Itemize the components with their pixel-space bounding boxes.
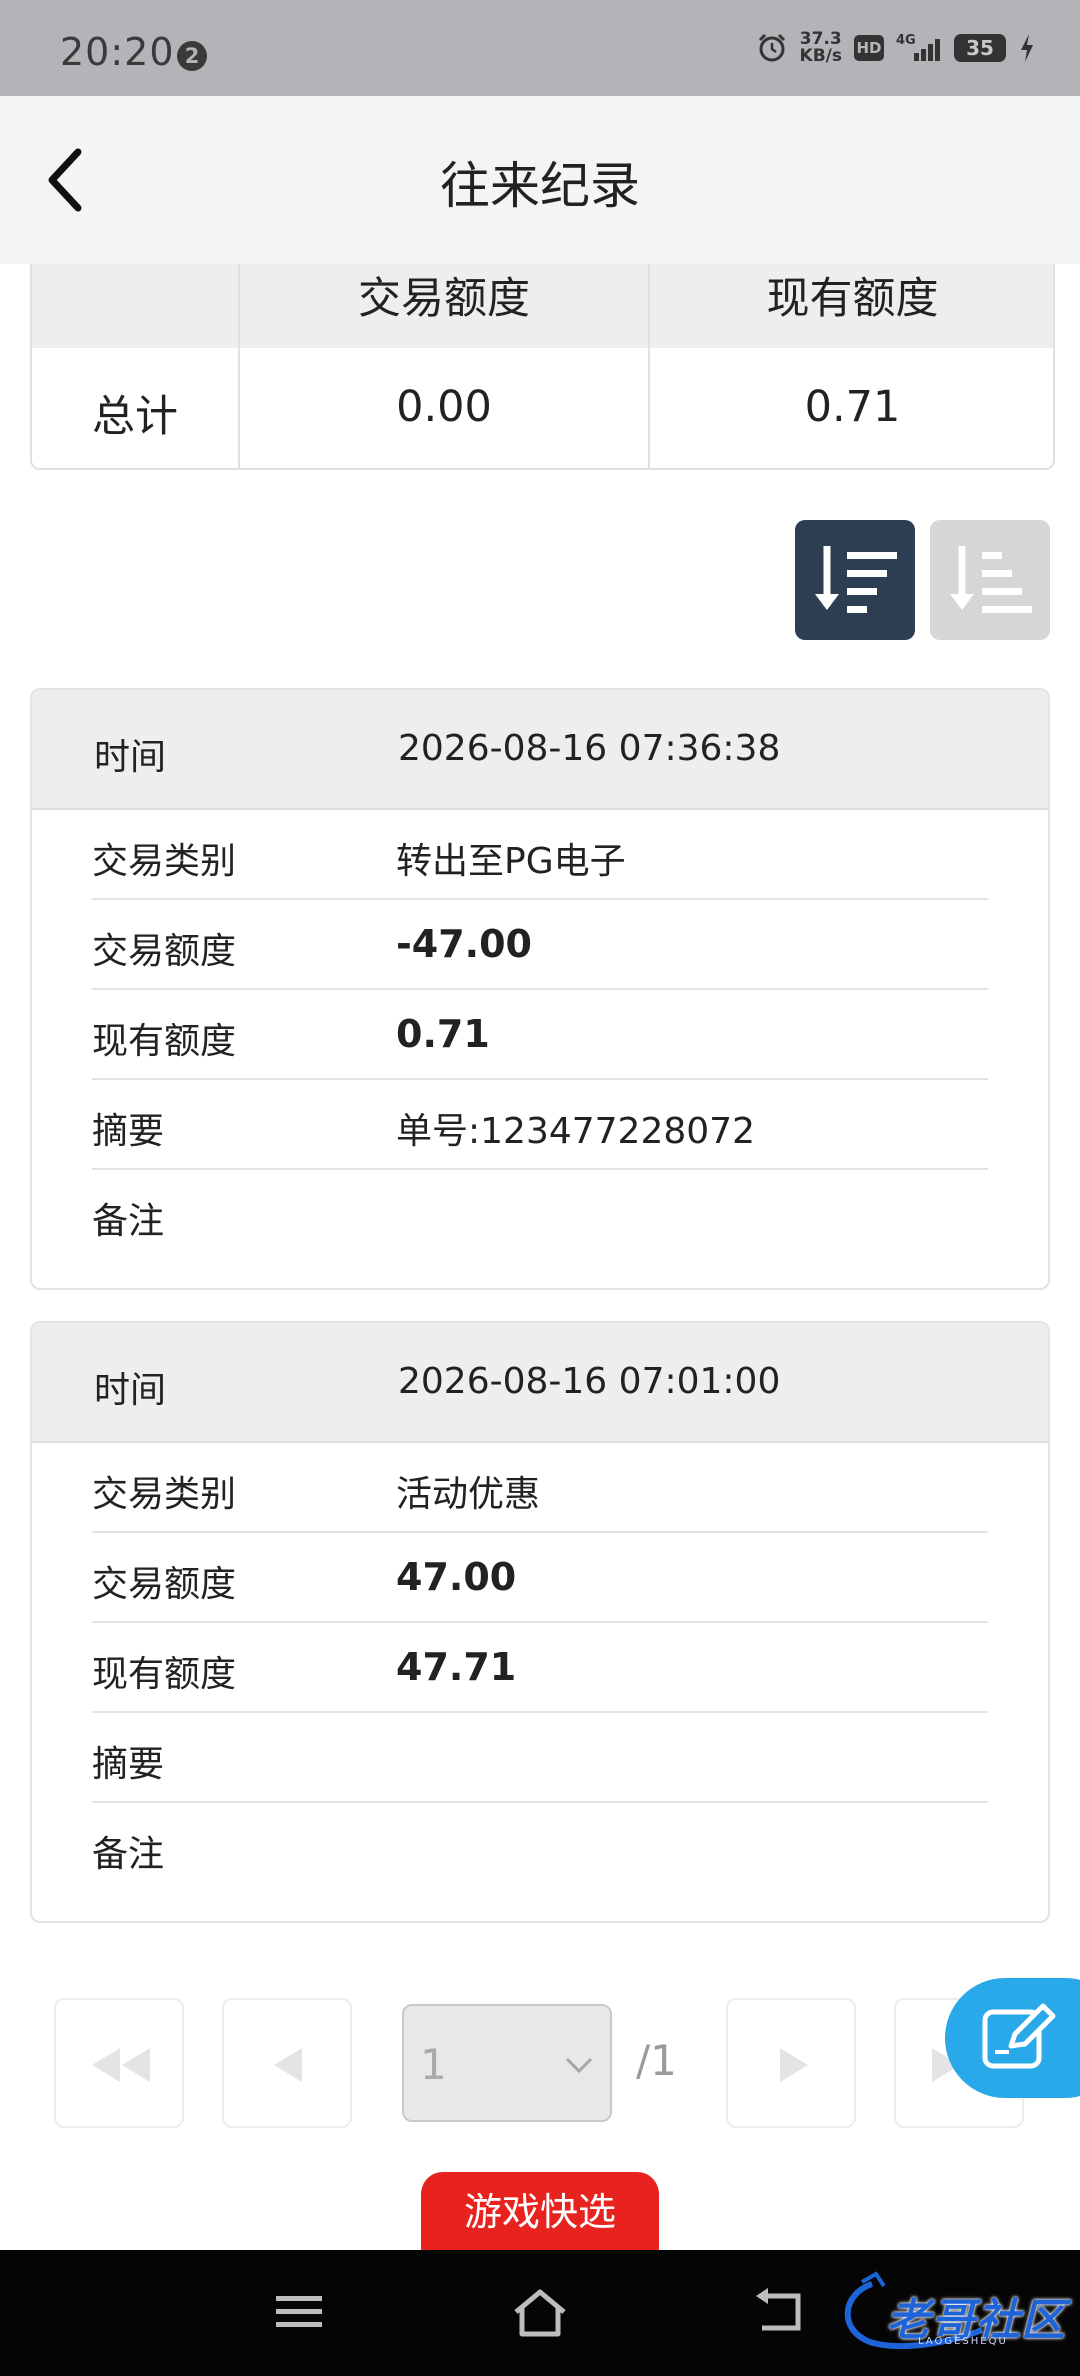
record-amount-label: 交易额度 <box>92 931 237 972</box>
watermark-logo: 老哥社区 LAOGESHEQU <box>832 2270 1072 2356</box>
record-row-amount: 交易额度 -47.00 <box>92 900 988 990</box>
network-type: 4G <box>896 33 916 48</box>
record-header: 时间 2026-08-16 07:36:38 <box>32 690 1048 810</box>
record-row-summary: 摘要 单号:123477228072 <box>92 1080 988 1170</box>
sort-ascending-icon <box>950 546 1032 613</box>
summary-current-balance: 0.71 <box>804 382 901 432</box>
system-nav-bar: 老哥社区 LAOGESHEQU <box>0 2250 1080 2376</box>
record-row-balance: 现有额度 47.71 <box>92 1623 988 1713</box>
double-chevron-left-icon <box>92 2048 150 2082</box>
summary-trade-amount: 0.00 <box>396 382 492 432</box>
summary-row-label: 总计 <box>92 392 178 442</box>
record-row-note: 备注 <box>92 1803 988 1893</box>
record-time-value: 2026-08-16 07:36:38 <box>398 728 781 769</box>
record-balance-label: 现有额度 <box>92 1654 237 1695</box>
page-select[interactable]: 1 <box>402 2004 612 2122</box>
battery-icon: 35 <box>954 34 1006 62</box>
sort-descending-button[interactable] <box>795 520 915 640</box>
record-amount-value: 47.00 <box>396 1555 517 1599</box>
record-card: 时间 2026-08-16 07:01:00 交易类别 活动优惠 交易额度 47… <box>30 1321 1050 1923</box>
chevron-left-icon <box>274 2048 302 2082</box>
record-summary-label: 摘要 <box>92 1111 165 1152</box>
status-time: 20:20 <box>60 30 175 74</box>
record-header: 时间 2026-08-16 07:01:00 <box>32 1323 1048 1443</box>
record-note-label: 备注 <box>92 1201 165 1242</box>
record-card: 时间 2026-08-16 07:36:38 交易类别 转出至PG电子 交易额度… <box>30 688 1050 1290</box>
previous-page-button[interactable] <box>222 1998 352 2128</box>
record-row-balance: 现有额度 0.71 <box>92 990 988 1080</box>
edit-icon <box>982 2003 1056 2069</box>
first-page-button[interactable] <box>54 1998 184 2128</box>
notification-badge: 2 <box>177 41 207 71</box>
record-row-note: 备注 <box>92 1170 988 1260</box>
game-quick-select-button[interactable]: 游戏快选 <box>421 2172 659 2254</box>
record-time-label: 时间 <box>94 1370 167 1411</box>
record-type-label: 交易类别 <box>92 841 237 882</box>
charging-icon <box>1021 34 1033 62</box>
record-note-label: 备注 <box>92 1834 165 1875</box>
page-total: /1 <box>636 2036 677 2085</box>
sort-ascending-button[interactable] <box>930 520 1050 640</box>
page-title: 往来纪录 <box>440 157 640 215</box>
record-balance-value: 0.71 <box>396 1012 490 1056</box>
app-header: 往来纪录 <box>0 96 1080 264</box>
record-summary-value: 单号:123477228072 <box>396 1111 755 1152</box>
hd-icon: HD <box>854 35 884 61</box>
record-row-amount: 交易额度 47.00 <box>92 1533 988 1623</box>
record-row-type: 交易类别 转出至PG电子 <box>92 810 988 900</box>
network-speed-unit: KB/s <box>799 46 842 66</box>
menu-icon[interactable] <box>274 2286 324 2336</box>
status-icons: 37.3 KB/s HD 4G 35 <box>756 28 1036 68</box>
network-speed: 37.3 KB/s <box>800 31 842 65</box>
record-time-value: 2026-08-16 07:01:00 <box>398 1361 781 1402</box>
record-balance-label: 现有额度 <box>92 1021 237 1062</box>
signal-icon: 4G <box>896 33 940 61</box>
record-type-value: 活动优惠 <box>396 1474 541 1515</box>
home-icon[interactable] <box>510 2286 570 2340</box>
record-amount-label: 交易额度 <box>92 1564 237 1605</box>
summary-col-trade-amount: 交易额度 <box>358 274 530 324</box>
record-balance-value: 47.71 <box>396 1645 517 1689</box>
next-page-button[interactable] <box>726 1998 856 2128</box>
summary-table: 交易额度 现有额度 总计 0.00 0.71 <box>30 264 1055 470</box>
summary-col-current-balance: 现有额度 <box>766 274 939 324</box>
sort-descending-icon <box>815 546 897 613</box>
record-row-summary: 摘要 <box>92 1713 988 1803</box>
record-row-type: 交易类别 活动优惠 <box>92 1443 988 1533</box>
edit-fab-button[interactable] <box>945 1978 1080 2098</box>
chevron-down-icon <box>565 2057 593 2074</box>
alarm-icon <box>758 33 785 62</box>
record-amount-value: -47.00 <box>396 922 532 966</box>
chevron-right-icon <box>780 2048 808 2082</box>
back-nav-icon[interactable] <box>752 2286 806 2336</box>
record-summary-label: 摘要 <box>92 1744 165 1785</box>
watermark-subtext: LAOGESHEQU <box>918 2336 1008 2347</box>
record-time-label: 时间 <box>94 737 167 778</box>
page-select-value: 1 <box>420 2040 447 2089</box>
status-bar: 20:20 2 37.3 KB/s HD 4G 35 <box>0 0 1080 96</box>
record-type-value: 转出至PG电子 <box>396 841 626 882</box>
record-type-label: 交易类别 <box>92 1474 237 1515</box>
